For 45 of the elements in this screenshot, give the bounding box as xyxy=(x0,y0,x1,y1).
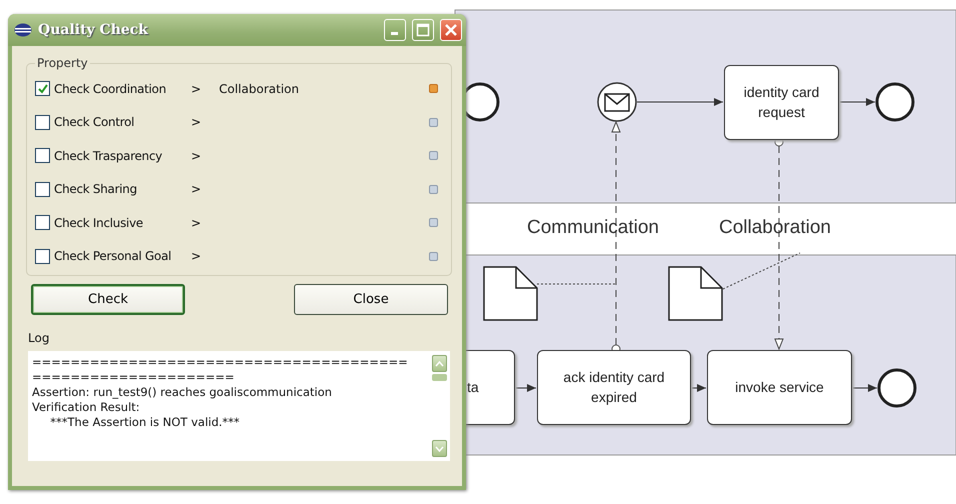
checkbox-label[interactable]: Check Control xyxy=(54,115,189,130)
task-label: invoke service xyxy=(735,378,824,397)
maximize-icon[interactable] xyxy=(412,19,434,41)
checkbox[interactable] xyxy=(35,81,50,96)
checkbox[interactable] xyxy=(35,248,50,264)
close-icon[interactable] xyxy=(440,19,462,41)
log-line: ======================================= xyxy=(32,355,409,370)
task-label: ta xyxy=(467,378,479,397)
log-line: ===================== xyxy=(32,370,236,385)
result-text: Collaboration xyxy=(219,82,299,96)
checkbox[interactable] xyxy=(35,148,50,164)
group-label: Property xyxy=(36,56,89,70)
scroll-down-icon[interactable] xyxy=(432,440,447,457)
arrow-label: > xyxy=(190,82,202,96)
checkbox[interactable] xyxy=(35,215,50,230)
scroll-thumb[interactable] xyxy=(432,374,447,381)
task-label: identity card request xyxy=(742,82,820,122)
arrow-label: > xyxy=(190,148,202,163)
dialog-button[interactable]: Close xyxy=(294,284,448,315)
checkbox-label[interactable]: Check Sharing xyxy=(54,182,189,196)
arrow-label: > xyxy=(190,249,202,264)
minimize-icon[interactable] xyxy=(384,19,406,41)
checkbox[interactable] xyxy=(35,114,50,130)
task-label: ack identity card expired xyxy=(562,368,666,407)
checkbox-label[interactable]: Check Trasparency xyxy=(54,148,189,163)
app-icon xyxy=(14,23,32,37)
log-line: Assertion: run_test9() reaches goaliscommunication xyxy=(32,385,333,400)
message-event-icon xyxy=(597,82,637,122)
checkbox-label[interactable]: Check Coordination xyxy=(54,82,189,96)
lane-label: Collaboration xyxy=(719,216,831,240)
log-label: Log xyxy=(28,331,50,345)
dialog-button[interactable]: Check xyxy=(31,284,185,315)
checkbox-label[interactable]: Check Personal Goal xyxy=(54,249,189,264)
lane-label: Communication xyxy=(527,216,659,240)
log-line: ***The Assertion is NOT valid.*** xyxy=(49,415,241,430)
scroll-up-icon[interactable] xyxy=(432,355,447,372)
checkbox[interactable] xyxy=(35,182,50,197)
arrow-label: > xyxy=(190,182,202,196)
document-icon xyxy=(668,266,723,321)
arrow-label: > xyxy=(190,115,202,130)
window-title: Quality Check xyxy=(38,22,150,38)
arrow-label: > xyxy=(190,216,202,230)
log-line: Verification Result: xyxy=(32,400,141,415)
document-icon xyxy=(483,266,538,321)
checkbox-label[interactable]: Check Inclusive xyxy=(54,216,189,230)
